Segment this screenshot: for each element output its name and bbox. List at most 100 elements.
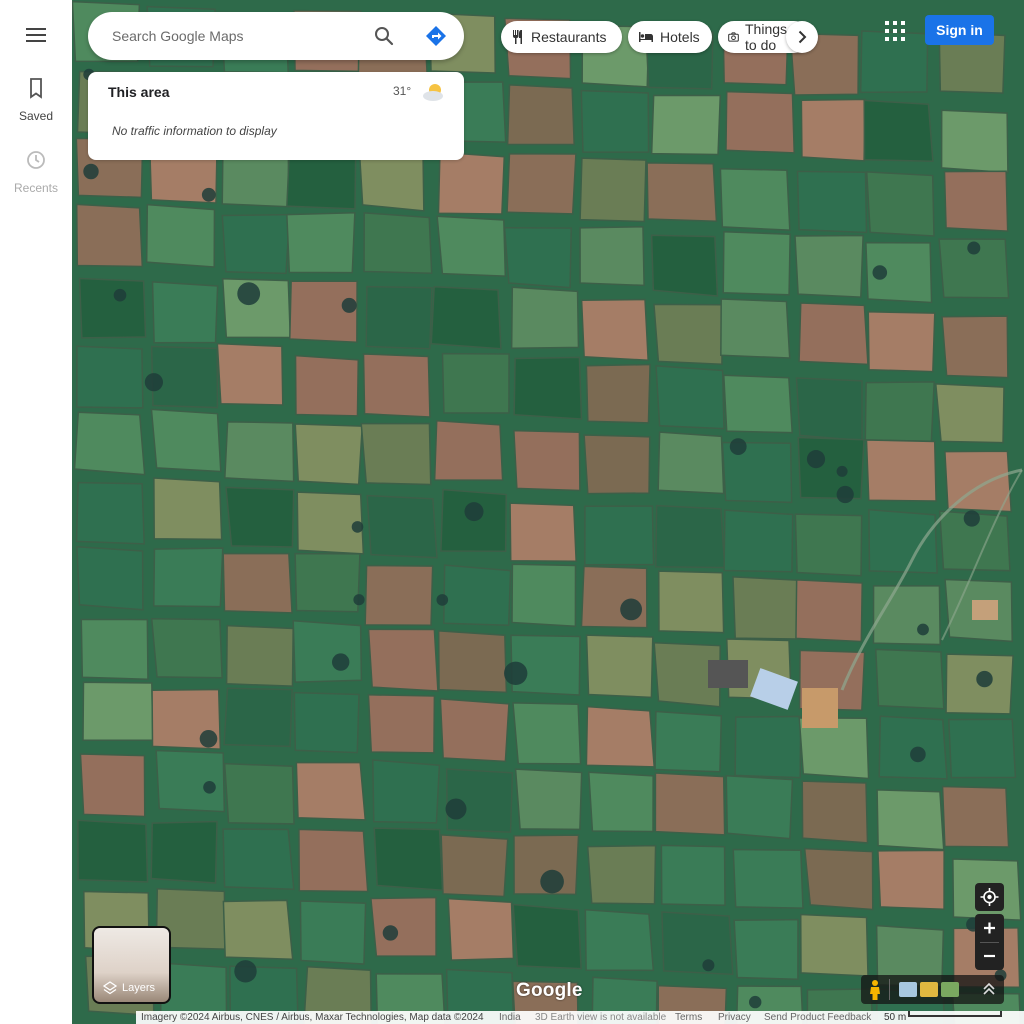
field-patch bbox=[150, 408, 222, 473]
field-patch bbox=[510, 286, 580, 350]
field-patch bbox=[585, 634, 654, 699]
tree-canopy bbox=[917, 623, 929, 636]
field-patch bbox=[77, 819, 149, 883]
tree-canopy bbox=[729, 438, 747, 455]
field-patch bbox=[654, 710, 723, 773]
pegman-icon[interactable] bbox=[867, 979, 883, 1001]
menu-icon[interactable] bbox=[24, 24, 48, 48]
field-patch bbox=[216, 342, 284, 406]
tree-canopy bbox=[237, 282, 261, 306]
chips-next-button[interactable] bbox=[786, 21, 818, 53]
restaurants-label: Restaurants bbox=[531, 29, 607, 45]
field-patch bbox=[878, 715, 948, 780]
field-patch bbox=[660, 844, 726, 907]
terrain-layer-thumb[interactable] bbox=[941, 982, 959, 997]
field-patch bbox=[584, 505, 655, 566]
region-link[interactable]: India bbox=[499, 1011, 521, 1024]
tree-canopy bbox=[144, 373, 163, 392]
crosshair-icon bbox=[980, 888, 999, 906]
tree-canopy bbox=[199, 730, 218, 748]
zoom-in-button[interactable] bbox=[975, 914, 1004, 942]
recents-button[interactable]: Recents bbox=[0, 148, 72, 195]
field-patch bbox=[76, 545, 144, 611]
field-patch bbox=[225, 486, 295, 548]
field-patch bbox=[430, 285, 502, 350]
field-patch bbox=[655, 365, 725, 430]
restaurant-icon bbox=[513, 30, 522, 44]
restaurants-chip[interactable]: Restaurants bbox=[501, 21, 622, 53]
bookmark-icon bbox=[30, 78, 42, 99]
transit-layer-thumb[interactable] bbox=[899, 982, 917, 997]
tree-canopy bbox=[445, 798, 467, 820]
search-box bbox=[88, 12, 464, 60]
tree-canopy bbox=[203, 781, 216, 794]
field-patch bbox=[506, 84, 575, 146]
field-patch bbox=[78, 277, 147, 339]
field-patch bbox=[362, 353, 431, 418]
field-patch bbox=[868, 508, 938, 574]
field-patch bbox=[373, 827, 444, 892]
field-patch bbox=[512, 702, 582, 765]
tree-canopy bbox=[382, 925, 399, 941]
field-patch bbox=[585, 705, 656, 768]
saved-button[interactable]: Saved bbox=[0, 76, 72, 123]
sign-in-button[interactable]: Sign in bbox=[925, 15, 994, 45]
tray-divider bbox=[889, 979, 890, 1000]
field-patch bbox=[433, 419, 504, 481]
field-patch bbox=[511, 563, 577, 628]
field-patch bbox=[222, 552, 293, 614]
apps-grid-icon[interactable] bbox=[884, 20, 906, 42]
field-patch bbox=[580, 89, 650, 153]
field-patch bbox=[864, 381, 935, 442]
tree-canopy bbox=[749, 995, 762, 1009]
partly-cloudy-icon bbox=[423, 84, 443, 101]
expand-up-icon[interactable] bbox=[981, 981, 997, 997]
recents-label: Recents bbox=[13, 181, 59, 195]
privacy-link[interactable]: Privacy bbox=[718, 1011, 751, 1024]
field-patch bbox=[579, 157, 647, 223]
layers-button[interactable]: Layers bbox=[92, 926, 171, 1004]
tree-canopy bbox=[113, 288, 127, 302]
field-patch bbox=[734, 715, 802, 779]
field-patch bbox=[653, 303, 724, 366]
terms-link[interactable]: Terms bbox=[675, 1011, 702, 1024]
field-patch bbox=[370, 896, 437, 957]
tree-canopy bbox=[620, 598, 642, 621]
search-icon[interactable] bbox=[372, 24, 396, 48]
field-patch bbox=[447, 897, 515, 961]
field-patch bbox=[795, 579, 864, 643]
traffic-layer-thumb[interactable] bbox=[920, 982, 938, 997]
hotels-chip[interactable]: Hotels bbox=[628, 21, 712, 53]
tree-canopy bbox=[464, 502, 484, 522]
field-patch bbox=[223, 762, 295, 825]
field-patch bbox=[293, 691, 360, 754]
field-patch bbox=[364, 564, 434, 626]
field-patch bbox=[440, 834, 509, 898]
my-location-button[interactable] bbox=[975, 883, 1004, 911]
tree-canopy bbox=[436, 594, 449, 606]
feedback-link[interactable]: Send Product Feedback bbox=[764, 1011, 871, 1024]
field-patch bbox=[876, 789, 945, 851]
field-patch bbox=[587, 771, 654, 833]
field-patch bbox=[872, 585, 941, 646]
saved-label: Saved bbox=[18, 109, 54, 123]
field-patch bbox=[863, 99, 934, 162]
field-patch bbox=[509, 502, 577, 563]
field-patch bbox=[803, 847, 874, 911]
google-logo: Google bbox=[516, 980, 583, 1001]
field-patch bbox=[580, 298, 649, 362]
card-title: This area bbox=[108, 84, 170, 100]
field-patch bbox=[733, 918, 799, 981]
tree-canopy bbox=[540, 869, 564, 894]
zoom-out-button[interactable] bbox=[975, 942, 1004, 970]
layers-label: Layers bbox=[122, 982, 156, 994]
directions-icon[interactable] bbox=[424, 24, 448, 48]
field-patch bbox=[367, 628, 439, 692]
scale-label[interactable]: 50 m bbox=[884, 1011, 906, 1024]
field-patch bbox=[76, 345, 144, 409]
field-patch bbox=[794, 234, 864, 298]
hotels-label: Hotels bbox=[660, 29, 700, 45]
search-input[interactable] bbox=[112, 12, 362, 60]
field-patch bbox=[222, 828, 295, 891]
tree-canopy bbox=[702, 959, 715, 972]
